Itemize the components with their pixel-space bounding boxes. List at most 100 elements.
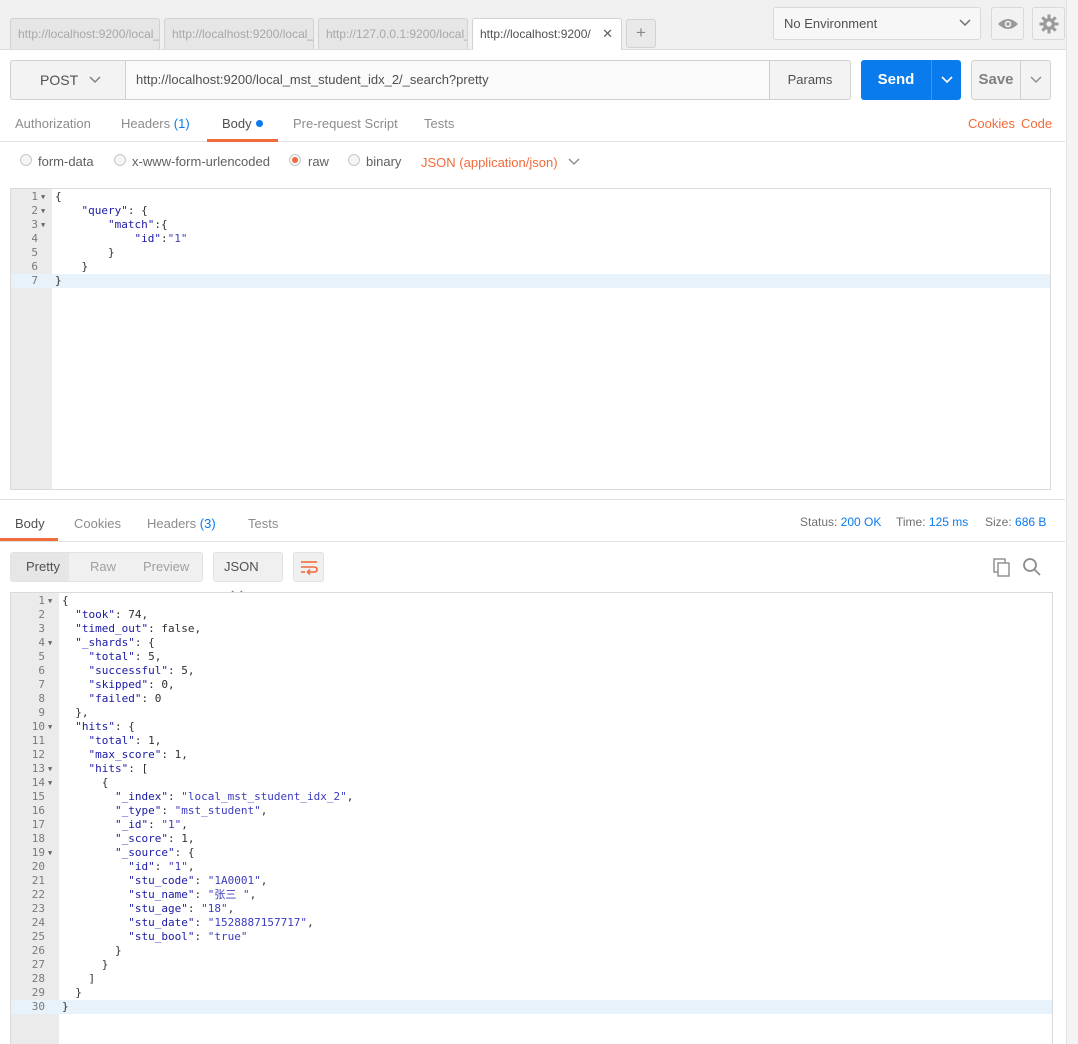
code-link[interactable]: Code: [1021, 116, 1052, 131]
tab-body-label: Body: [222, 116, 252, 131]
method-select[interactable]: POST: [10, 60, 126, 100]
tab-body[interactable]: Body: [222, 116, 263, 131]
response-format-label: JSON: [224, 559, 259, 574]
fold-arrow-icon[interactable]: ▼: [48, 636, 52, 650]
json-punct: ,: [154, 650, 162, 663]
fold-arrow-icon[interactable]: ▼: [48, 776, 52, 790]
save-button[interactable]: Save: [971, 60, 1021, 100]
code-line: "total": 1,: [62, 734, 162, 748]
radio-binary[interactable]: [348, 154, 360, 166]
send-button[interactable]: Send: [861, 60, 931, 100]
request-body-editor[interactable]: 1 ▼{2 ▼ "query": {3 ▼ "match":{4 "id":"1" 5 …: [10, 188, 1051, 490]
json-punct: ,: [187, 860, 195, 873]
params-button[interactable]: Params: [769, 60, 851, 100]
radio-urlencoded[interactable]: [114, 154, 126, 166]
environment-select[interactable]: No Environment: [773, 7, 981, 40]
line-number: 6: [31, 260, 38, 273]
search-icon[interactable]: [1021, 556, 1043, 578]
tab-response-body[interactable]: Body: [15, 516, 45, 531]
eye-icon[interactable]: [991, 7, 1024, 40]
json-punct: ,: [187, 664, 195, 677]
fold-arrow-icon[interactable]: ▼: [48, 720, 52, 734]
chevron-down-icon: [568, 158, 580, 166]
line-number: 10: [31, 720, 45, 733]
json-punct: ,: [260, 874, 268, 887]
line-number: 24: [31, 916, 45, 929]
json-key: "_id": [114, 818, 149, 831]
copy-icon[interactable]: [991, 556, 1013, 578]
fold-arrow-icon[interactable]: ▼: [41, 204, 45, 218]
save-options-button[interactable]: [1020, 60, 1051, 100]
json-punct: [148, 692, 155, 705]
json-key: "total": [88, 650, 135, 663]
request-tab[interactable]: http://localhost:9200/local_: [10, 18, 160, 49]
json-punct: }: [62, 958, 109, 971]
window-scrollbar[interactable]: [1066, 0, 1078, 1044]
json-string: "local_mst_student_idx_2": [181, 790, 347, 803]
code-line: "_source": {: [62, 846, 194, 860]
response-headers-count-badge: (3): [199, 516, 216, 531]
json-punct: [62, 804, 115, 817]
view-mode-toggle: Pretty Raw Preview: [10, 552, 203, 582]
tab-response-cookies[interactable]: Cookies: [74, 516, 121, 531]
fold-arrow-icon[interactable]: ▼: [48, 762, 52, 776]
new-tab-button[interactable]: +: [626, 19, 656, 48]
line-number: 12: [31, 748, 45, 761]
json-punct: [62, 664, 89, 677]
line-number: 9: [38, 706, 45, 719]
json-punct: [62, 930, 128, 943]
json-punct: [161, 860, 168, 873]
json-literal: 5: [148, 650, 155, 663]
tab-authorization[interactable]: Authorization: [15, 116, 91, 131]
response-body-viewer[interactable]: 1 ▼{2 "took": 74, 3 "timed_out": false, 4 ▼ …: [10, 592, 1053, 1044]
line-number: 4: [31, 232, 38, 245]
tab-headers[interactable]: Headers (1): [121, 116, 190, 131]
wrap-lines-button[interactable]: [293, 552, 324, 582]
json-punct: [: [134, 762, 149, 775]
send-options-button[interactable]: [931, 60, 961, 100]
json-punct: ,: [307, 916, 314, 929]
line-number: 14: [31, 776, 45, 789]
view-pretty-button[interactable]: Pretty: [11, 553, 69, 581]
tab-prerequest-script[interactable]: Pre-request Script: [293, 116, 398, 131]
json-punct: [62, 608, 75, 621]
view-preview-button[interactable]: Preview: [143, 553, 189, 581]
radio-form-data[interactable]: [20, 154, 32, 166]
json-punct: [55, 232, 134, 245]
gear-icon[interactable]: [1032, 7, 1065, 40]
json-literal: 74: [128, 608, 142, 621]
json-literal: 1: [181, 832, 188, 845]
fold-arrow-icon[interactable]: ▼: [48, 594, 52, 608]
json-key: "hits": [88, 762, 129, 775]
tab-response-headers[interactable]: Headers (3): [147, 516, 216, 531]
json-punct: :: [148, 622, 155, 635]
response-format-select[interactable]: JSON: [213, 552, 283, 598]
cookies-link[interactable]: Cookies: [968, 116, 1015, 131]
radio-raw[interactable]: [289, 154, 301, 166]
tab-response-tests[interactable]: Tests: [248, 516, 278, 531]
url-input[interactable]: http://localhost:9200/local_mst_student_…: [126, 60, 770, 100]
fold-arrow-icon[interactable]: ▼: [41, 218, 45, 232]
view-raw-button[interactable]: Raw: [90, 553, 116, 581]
json-punct: [62, 874, 128, 887]
json-string: "mst_student": [174, 804, 261, 817]
line-number: 2: [38, 608, 45, 621]
code-line: "_shards": {: [62, 636, 155, 650]
fold-arrow-icon[interactable]: ▼: [41, 190, 45, 204]
code-line: }: [62, 944, 122, 958]
active-line-highlight: [11, 274, 1050, 288]
request-tab[interactable]: http://127.0.0.1:9200/local_: [318, 18, 468, 49]
tab-tests[interactable]: Tests: [424, 116, 454, 131]
json-punct: {: [141, 636, 155, 649]
code-line: "took": 74,: [62, 608, 148, 622]
json-punct: [62, 832, 115, 845]
json-key: "query": [81, 204, 128, 217]
fold-arrow-icon[interactable]: ▼: [48, 846, 52, 860]
request-tab[interactable]: http://localhost:9200/local_: [164, 18, 314, 49]
close-icon[interactable]: ✕: [602, 19, 613, 49]
json-punct: [62, 622, 75, 635]
json-punct: }: [62, 986, 82, 999]
content-type-select[interactable]: JSON (application/json): [421, 155, 581, 170]
json-punct: [62, 888, 128, 901]
request-tab-active[interactable]: http://localhost:9200/ ✕: [472, 18, 622, 50]
